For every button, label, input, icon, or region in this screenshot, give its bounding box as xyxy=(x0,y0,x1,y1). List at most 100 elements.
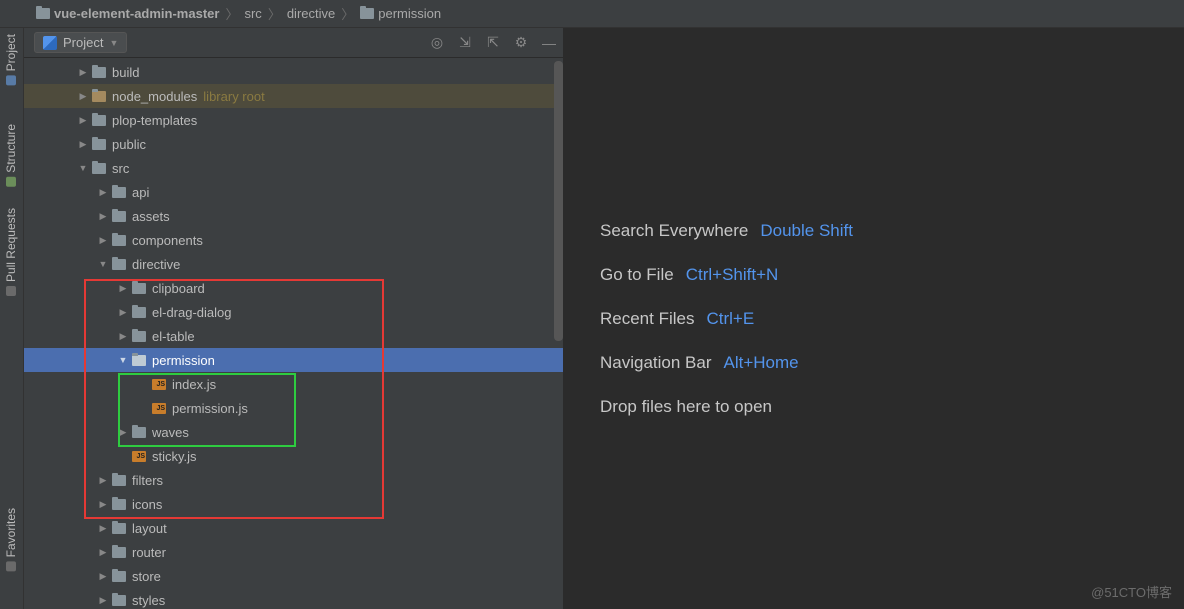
tree-node-waves[interactable]: ▶ waves xyxy=(24,420,563,444)
chevron-right-icon: ▶ xyxy=(78,67,88,78)
folder-icon xyxy=(112,187,126,198)
scrollbar-thumb[interactable] xyxy=(554,61,563,341)
tree-node-stickyjs[interactable]: JSsticky.js xyxy=(24,444,563,468)
tree-node-components[interactable]: ▶components xyxy=(24,228,563,252)
tree-node-build[interactable]: ▶build xyxy=(24,60,563,84)
chevron-down-icon: ▼ xyxy=(98,259,108,269)
chevron-right-icon: ▶ xyxy=(98,211,108,222)
breadcrumb: vue-element-admin-master 〉 src 〉 directi… xyxy=(0,0,1184,28)
node-label: permission.js xyxy=(172,401,248,416)
hint-label: Recent Files xyxy=(600,309,694,329)
crumb-permission[interactable]: permission xyxy=(360,6,441,21)
chevron-right-icon: ▶ xyxy=(118,283,128,294)
folder-icon xyxy=(92,91,106,102)
crumb-src[interactable]: src xyxy=(244,6,261,21)
tree-node-filters[interactable]: ▶filters xyxy=(24,468,563,492)
chevron-right-icon: ▶ xyxy=(98,547,108,558)
gear-icon[interactable]: ⚙ xyxy=(513,35,529,51)
tree-node-api[interactable]: ▶ api xyxy=(24,180,563,204)
hint-key: Alt+Home xyxy=(724,353,799,373)
edge-tab-label: Structure xyxy=(4,124,18,173)
tree-node-router[interactable]: ▶router xyxy=(24,540,563,564)
tree-node-clipboard[interactable]: ▶clipboard xyxy=(24,276,563,300)
minimize-icon[interactable]: — xyxy=(541,35,557,51)
folder-icon xyxy=(112,523,126,534)
chevron-right-icon: ▶ xyxy=(98,523,108,534)
tree-node-permission[interactable]: ▼permission xyxy=(24,348,563,372)
tree-node-el-table[interactable]: ▶el-table xyxy=(24,324,563,348)
hint-label: Go to File xyxy=(600,265,674,285)
js-icon: JS xyxy=(152,379,166,390)
tree-node-assets[interactable]: ▶ assets xyxy=(24,204,563,228)
hint-nav: Navigation BarAlt+Home xyxy=(600,353,1184,373)
view-selector[interactable]: Project ▼ xyxy=(34,32,127,53)
tree-node-indexjs[interactable]: JS index.js xyxy=(24,372,563,396)
tree-node-public[interactable]: ▶public xyxy=(24,132,563,156)
target-icon[interactable]: ◎ xyxy=(429,35,445,51)
tree-node-src[interactable]: ▼src xyxy=(24,156,563,180)
node-label: assets xyxy=(132,209,170,224)
node-label: icons xyxy=(132,497,162,512)
project-icon xyxy=(6,75,16,85)
folder-icon xyxy=(112,595,126,606)
node-label: filters xyxy=(132,473,163,488)
folder-icon xyxy=(112,547,126,558)
chevron-right-icon: 〉 xyxy=(341,4,354,23)
chevron-right-icon: ▶ xyxy=(118,427,128,438)
chevron-right-icon: ▶ xyxy=(118,331,128,342)
node-label: layout xyxy=(132,521,167,536)
project-sidebar: Project ▼ ◎ ⇲ ⇱ ⚙ — ▶build ▶node_modules… xyxy=(24,28,564,609)
edge-tab-project[interactable]: Project xyxy=(4,34,18,85)
crumb-directive[interactable]: directive xyxy=(287,6,335,21)
crumb-root[interactable]: vue-element-admin-master xyxy=(36,6,219,21)
hint-label: Search Everywhere xyxy=(600,221,748,241)
tree-node-el-drag-dialog[interactable]: ▶el-drag-dialog xyxy=(24,300,563,324)
node-hint: library root xyxy=(203,89,264,104)
tree-node-layout[interactable]: ▶ layout xyxy=(24,516,563,540)
folder-icon xyxy=(112,259,126,270)
node-label: api xyxy=(132,185,149,200)
edge-tab-pull-requests[interactable]: Pull Requests xyxy=(4,208,18,296)
folder-icon xyxy=(92,163,106,174)
chevron-right-icon: 〉 xyxy=(225,4,238,23)
tree-node-node-modules[interactable]: ▶node_moduleslibrary root xyxy=(24,84,563,108)
node-label: index.js xyxy=(172,377,216,392)
edge-tab-structure[interactable]: Structure xyxy=(4,124,18,187)
tree-node-permissionjs[interactable]: JS permission.js xyxy=(24,396,563,420)
node-label: plop-templates xyxy=(112,113,197,128)
tree-node-store[interactable]: ▶store xyxy=(24,564,563,588)
crumb-text: vue-element-admin-master xyxy=(54,6,219,21)
edge-tab-favorites[interactable]: Favorites xyxy=(4,508,18,571)
folder-icon xyxy=(132,355,146,366)
chevron-right-icon: ▶ xyxy=(98,187,108,198)
tree-node-directive[interactable]: ▼ directive xyxy=(24,252,563,276)
project-tree[interactable]: ▶build ▶node_moduleslibrary root ▶plop-t… xyxy=(24,58,563,609)
folder-icon xyxy=(92,67,106,78)
chevron-right-icon: ▶ xyxy=(98,235,108,246)
tree-node-styles[interactable]: ▶styles xyxy=(24,588,563,609)
node-label: sticky.js xyxy=(152,449,197,464)
chevron-right-icon: ▶ xyxy=(98,595,108,606)
sidebar-tools: ◎ ⇲ ⇱ ⚙ — xyxy=(429,35,557,51)
folder-icon xyxy=(36,8,50,19)
js-icon: JS xyxy=(152,403,166,414)
folder-icon xyxy=(92,139,106,150)
sidebar-header: Project ▼ ◎ ⇲ ⇱ ⚙ — xyxy=(24,28,563,58)
chevron-right-icon: ▶ xyxy=(78,91,88,102)
chevron-right-icon: 〉 xyxy=(268,4,281,23)
folder-icon xyxy=(132,427,146,438)
collapse-icon[interactable]: ⇱ xyxy=(485,35,501,51)
folder-icon xyxy=(112,235,126,246)
node-label: public xyxy=(112,137,146,152)
expand-icon[interactable]: ⇲ xyxy=(457,35,473,51)
folder-icon xyxy=(112,475,126,486)
structure-icon xyxy=(6,177,16,187)
chevron-right-icon: ▶ xyxy=(98,499,108,510)
star-icon xyxy=(6,561,16,571)
tree-node-icons[interactable]: ▶ icons xyxy=(24,492,563,516)
node-label: waves xyxy=(152,425,189,440)
node-label: el-drag-dialog xyxy=(152,305,232,320)
chevron-down-icon: ▼ xyxy=(109,38,118,48)
tree-node-plop[interactable]: ▶plop-templates xyxy=(24,108,563,132)
node-label: directive xyxy=(132,257,180,272)
